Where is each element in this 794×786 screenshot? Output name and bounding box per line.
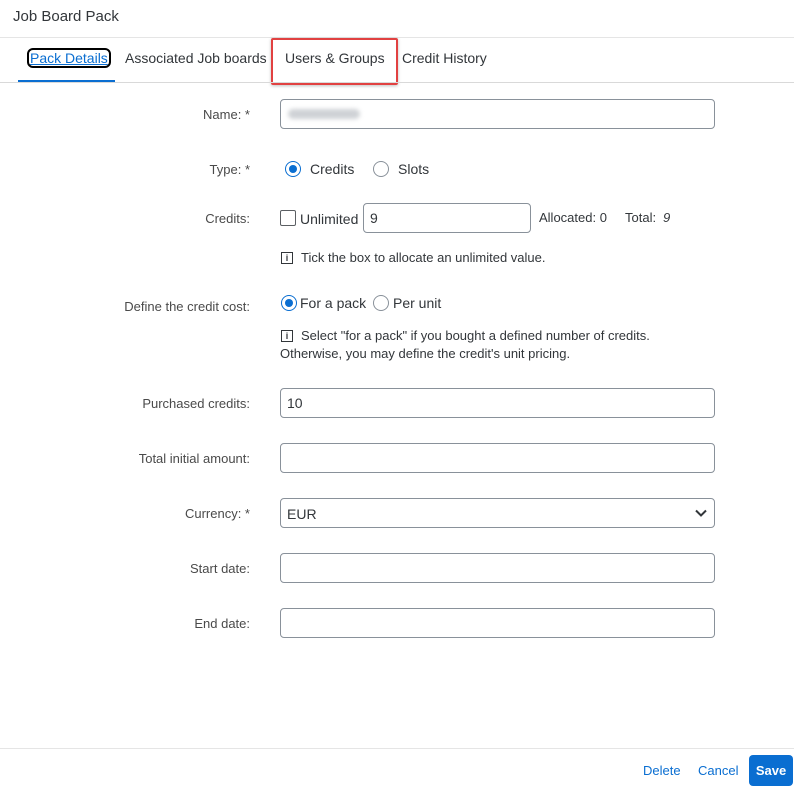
- dialog-title: Job Board Pack: [13, 8, 119, 25]
- total-amount-label: Total initial amount:: [138, 451, 250, 466]
- credits-label: Credits:: [205, 211, 250, 226]
- purchased-credits-label: Purchased credits:: [142, 396, 250, 411]
- credits-hint: Tick the box to allocate an unlimited va…: [301, 250, 546, 265]
- tab-associated-job-boards[interactable]: Associated Job boards: [125, 50, 267, 66]
- total-value: 9: [663, 210, 671, 225]
- purchased-credits-input[interactable]: [280, 388, 715, 418]
- credit-cost-hint-line1: Select "for a pack" if you bought a defi…: [301, 328, 650, 343]
- total-label: Total:: [625, 210, 657, 225]
- credit-cost-hint-line2: Otherwise, you may define the credit's u…: [280, 346, 571, 361]
- tabs-divider: [0, 82, 794, 83]
- chevron-down-icon: [695, 509, 707, 517]
- unlimited-checkbox[interactable]: [280, 210, 296, 226]
- type-slots-radio[interactable]: [373, 161, 389, 177]
- end-date-input[interactable]: [280, 608, 715, 638]
- for-a-pack-label: For a pack: [300, 295, 367, 311]
- info-icon: i: [281, 330, 293, 342]
- blurred-name-value: [288, 109, 360, 119]
- type-label: Type: *: [209, 162, 250, 177]
- currency-select[interactable]: EUR: [280, 498, 715, 528]
- save-button[interactable]: Save: [749, 755, 793, 786]
- info-icon: i: [281, 252, 293, 264]
- tab-pack-details[interactable]: Pack Details: [27, 48, 111, 68]
- tab-credit-history[interactable]: Credit History: [402, 50, 487, 66]
- for-a-pack-radio[interactable]: [281, 295, 297, 311]
- footer-divider: [0, 748, 794, 749]
- credit-cost-label: Define the credit cost:: [124, 299, 250, 314]
- type-slots-label: Slots: [398, 161, 430, 177]
- type-credits-radio[interactable]: [285, 161, 301, 177]
- start-date-label: Start date:: [190, 561, 250, 576]
- name-label: Name: *: [203, 107, 250, 122]
- delete-button[interactable]: Delete: [643, 763, 681, 778]
- total-amount-input[interactable]: [280, 443, 715, 473]
- per-unit-radio[interactable]: [373, 295, 389, 311]
- start-date-input[interactable]: [280, 553, 715, 583]
- unlimited-label: Unlimited: [300, 211, 359, 227]
- cancel-button[interactable]: Cancel: [698, 763, 738, 778]
- credits-input[interactable]: [363, 203, 531, 233]
- per-unit-label: Per unit: [393, 295, 442, 311]
- allocated-text: Allocated: 0: [539, 210, 607, 225]
- end-date-label: End date:: [194, 616, 250, 631]
- tab-highlight-box: [271, 38, 398, 85]
- currency-value: EUR: [287, 506, 317, 522]
- type-credits-label: Credits: [310, 161, 355, 177]
- currency-label: Currency: *: [184, 506, 250, 521]
